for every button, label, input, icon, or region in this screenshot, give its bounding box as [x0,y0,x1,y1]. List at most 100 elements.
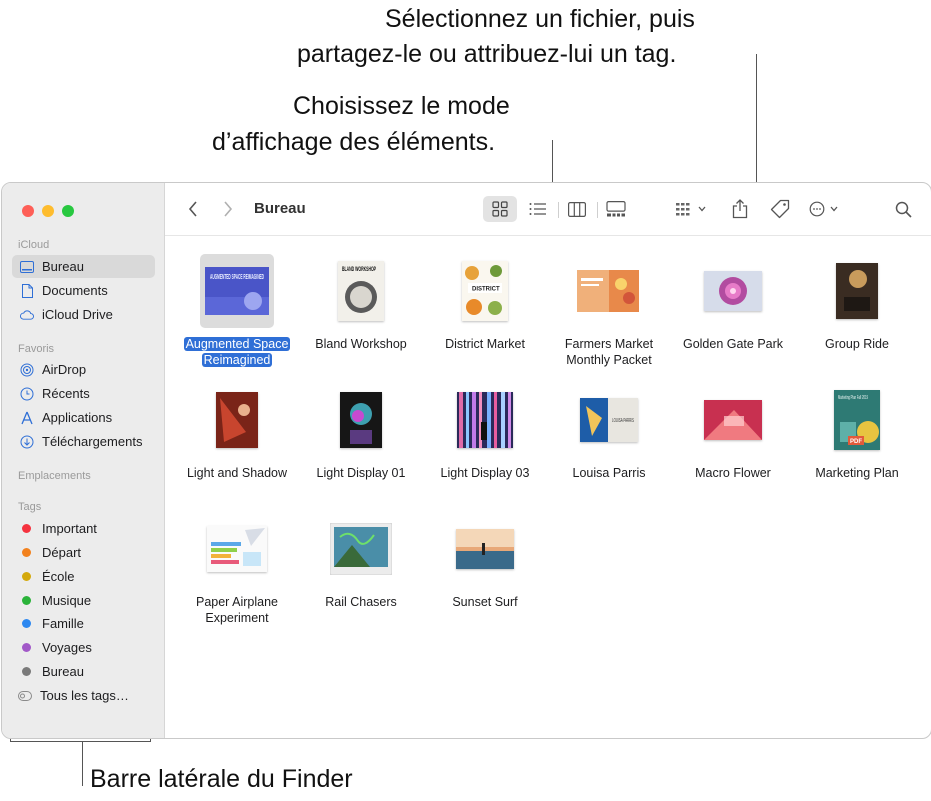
list-view-button[interactable] [521,196,555,222]
view-separator [558,202,559,218]
search-icon [895,201,912,218]
airdrop-icon [20,363,34,377]
sidebar-tag-important[interactable]: Important [12,517,155,540]
tag-dot-green-icon [22,596,31,605]
section-title-favorites: Favoris [18,343,55,355]
toolbar: Bureau [165,183,931,236]
sidebar-item-label: Départ [42,545,82,560]
file-item[interactable]: LOUISA PARRIS Louisa Parris [547,383,671,481]
sidebar-tag-famille[interactable]: Famille [12,612,155,635]
window-title: Bureau [254,200,306,217]
document-thumbnail-icon: BLAND WORKSHOP [338,261,384,321]
file-item[interactable]: Paper Airplane Experiment [175,512,299,626]
file-item[interactable]: Marketing Plan Fall 2019 PDF Marketing P… [795,383,919,481]
sidebar-item-downloads[interactable]: Téléchargements [12,430,155,453]
sidebar-tag-voyages[interactable]: Voyages [12,636,155,659]
column-view-icon [568,201,586,217]
photo-thumbnail-icon [330,523,392,575]
cloud-icon [20,308,34,322]
tag-dot-orange-icon [22,548,31,557]
photo-thumbnail-icon [704,271,762,311]
chevron-right-icon [224,201,233,217]
annotation-view-mode-line2: d’affichage des éléments. [212,128,496,156]
sidebar-all-tags[interactable]: Tous les tags… [12,684,155,707]
file-thumbnail [299,383,423,457]
sidebar-item-label: Téléchargements [42,434,143,449]
file-item[interactable]: Farmers Market Monthly Packet [547,254,671,368]
photo-thumbnail-icon [340,392,382,448]
icon-view-button[interactable] [483,196,517,222]
photo-thumbnail-icon [704,400,762,440]
file-name: Light and Shadow [186,466,288,480]
section-title-locations: Emplacements [18,470,91,482]
file-item[interactable]: AUGMENTED SPACE REIMAGINED Augmented Spa… [175,254,299,368]
annotation-sidebar: Barre latérale du Finder [90,765,353,793]
sidebar: iCloud Bureau Documents iCloud Drive Fav… [2,183,165,738]
file-item[interactable]: Group Ride [795,254,919,352]
file-name: District Market [445,337,525,351]
file-name-text: Augmented Space Reimagined [183,337,291,367]
file-item[interactable]: Macro Flower [671,383,795,481]
file-item[interactable]: Light and Shadow [175,383,299,481]
search-button[interactable] [890,196,916,222]
tag-button[interactable] [765,195,795,223]
document-icon [20,283,34,298]
desktop-icon [20,260,34,274]
callout-share-vertical [756,54,757,190]
tag-dot-gray-icon [22,667,31,676]
file-thumbnail: LOUISA PARRIS [547,383,671,457]
sidebar-tag-depart[interactable]: Départ [12,541,155,564]
file-item[interactable]: Light Display 03 [423,383,547,481]
document-thumbnail-icon: DISTRICT [462,261,508,321]
spreadsheet-thumbnail-icon [207,526,267,572]
back-button[interactable] [183,198,203,220]
sidebar-tag-ecole[interactable]: École [12,565,155,588]
thumbnail-text: DISTRICT [472,287,500,293]
file-name: Light Display 03 [440,466,530,480]
pdf-thumbnail-icon: Marketing Plan Fall 2019 PDF [834,390,880,450]
sidebar-item-label: Récents [42,386,90,401]
sidebar-item-label: Documents [42,283,108,298]
finder-window: iCloud Bureau Documents iCloud Drive Fav… [1,182,931,739]
sidebar-item-documents[interactable]: Documents [12,279,155,302]
sidebar-tag-bureau[interactable]: Bureau [12,660,155,683]
zoom-button[interactable] [62,205,74,217]
sidebar-item-recents[interactable]: Récents [12,382,155,405]
sidebar-item-label: iCloud Drive [42,307,113,322]
presentation-thumbnail-icon: LOUISA PARRIS [580,398,638,442]
thumbnail-text: BLAND WORKSHOP [342,266,376,273]
close-button[interactable] [22,205,34,217]
column-view-button[interactable] [560,196,594,222]
tag-dot-red-icon [22,524,31,533]
file-name: Bland Workshop [315,337,407,351]
group-button[interactable] [670,196,712,222]
tag-dot-yellow-icon [22,572,31,581]
photo-thumbnail-icon [457,392,513,448]
sidebar-item-label: École [42,569,75,584]
gallery-view-button[interactable] [599,196,633,222]
sidebar-item-airdrop[interactable]: AirDrop [12,358,155,381]
applications-icon [20,411,34,425]
more-button[interactable] [805,196,841,222]
file-item[interactable]: Light Display 01 [299,383,423,481]
share-icon [732,199,748,219]
file-item[interactable]: Sunset Surf [423,512,547,610]
file-item[interactable]: BLAND WORKSHOP Bland Workshop [299,254,423,352]
file-item[interactable]: Rail Chasers [299,512,423,610]
sidebar-tag-musique[interactable]: Musique [12,589,155,612]
section-title-icloud: iCloud [18,239,50,251]
forward-button[interactable] [218,198,238,220]
sidebar-item-icloud-drive[interactable]: iCloud Drive [12,303,155,326]
photo-thumbnail-icon [836,263,878,319]
file-item[interactable]: DISTRICT District Market [423,254,547,352]
sidebar-item-label: Tous les tags… [40,688,129,703]
callout-sidebar-bracket [10,741,151,742]
sidebar-item-applications[interactable]: Applications [12,406,155,429]
sidebar-item-bureau[interactable]: Bureau [12,255,155,278]
file-item[interactable]: Golden Gate Park [671,254,795,352]
section-title-tags: Tags [18,501,42,513]
minimize-button[interactable] [42,205,54,217]
share-button[interactable] [725,195,755,223]
brochure-thumbnail-icon [577,270,639,312]
file-name: Light Display 01 [316,466,406,480]
